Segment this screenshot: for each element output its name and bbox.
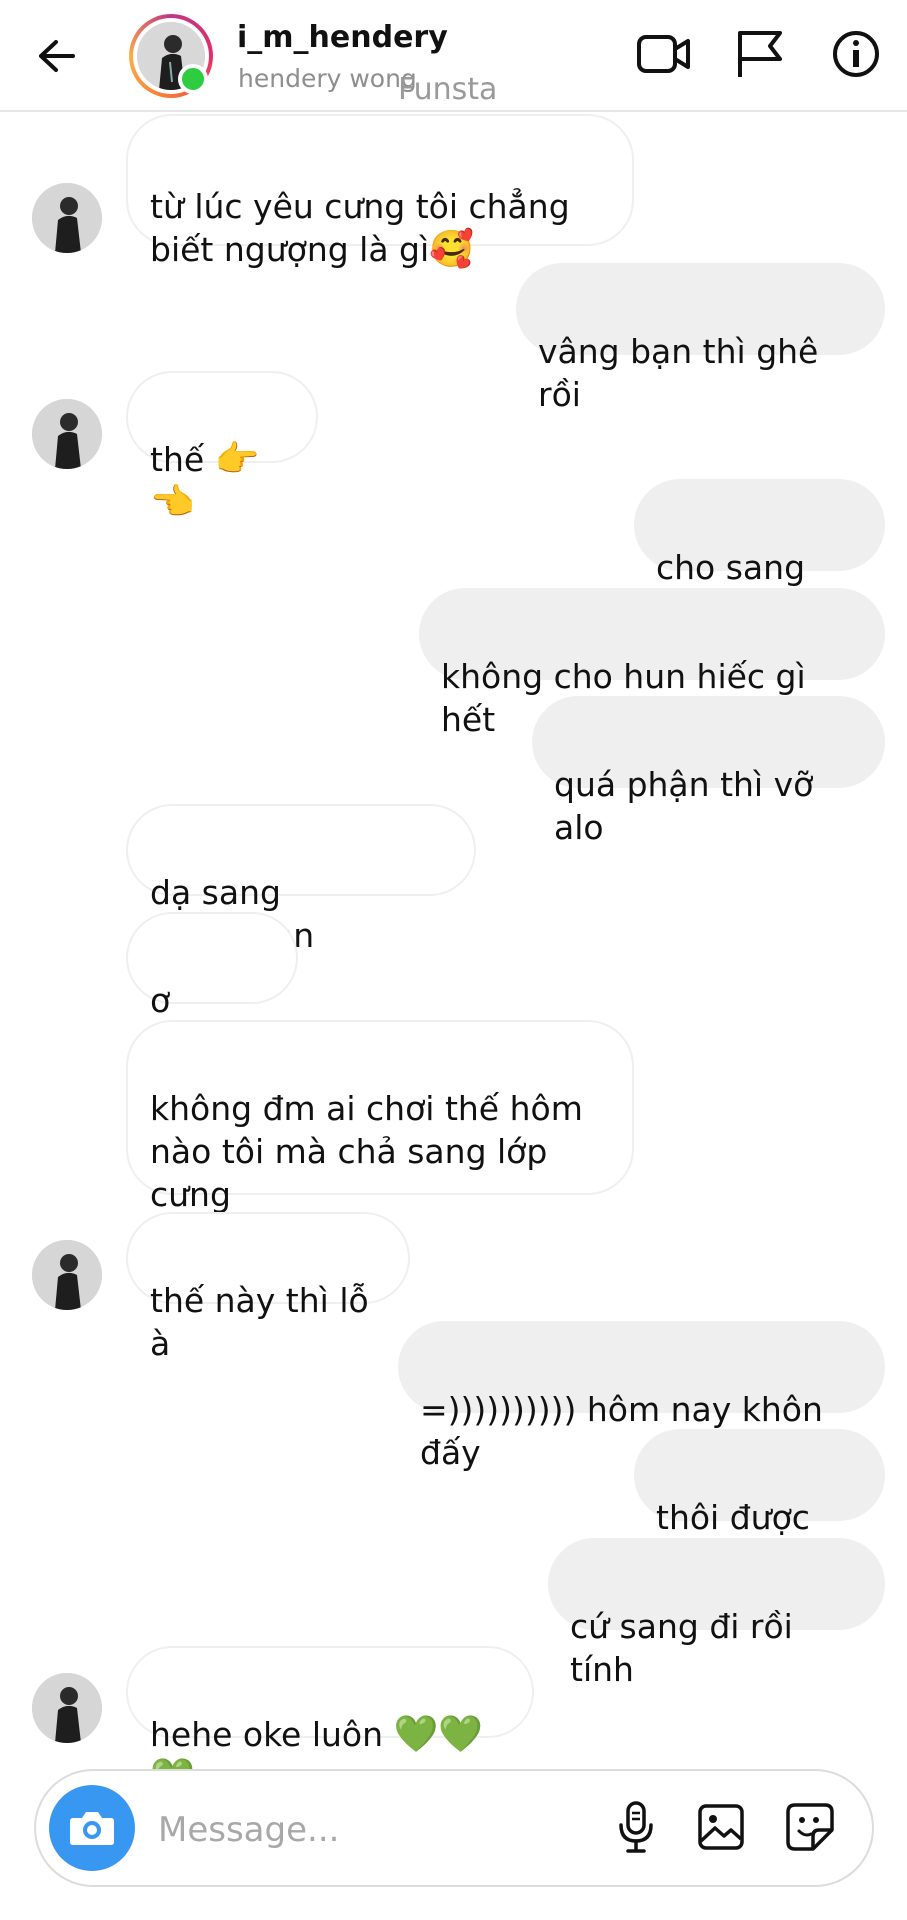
message-bubble[interactable]: hehe oke luôn 💚💚💚 — [126, 1646, 534, 1798]
message-bubble[interactable]: quá phận thì vỡ alo — [532, 696, 885, 847]
message-composer — [34, 1769, 874, 1887]
message-text: quá phận thì vỡ alo — [554, 765, 814, 847]
video-call-icon — [637, 35, 690, 73]
message-text: thế này thì lỗ à — [150, 1281, 369, 1363]
avatar[interactable] — [32, 183, 102, 253]
message-bubble[interactable]: thế 👉👈 — [126, 371, 318, 523]
sticker-icon — [786, 1803, 834, 1851]
message-text: hehe oke luôn — [150, 1715, 384, 1754]
message-bubble[interactable]: không đm ai chơi thế hôm nào tôi mà chả … — [126, 1020, 634, 1214]
message-bubble[interactable]: cứ sang đi rồi tính — [548, 1538, 885, 1689]
avatar[interactable] — [32, 1673, 102, 1743]
gallery-icon — [698, 1804, 744, 1850]
info-icon — [833, 31, 879, 77]
gallery-button[interactable] — [691, 1797, 751, 1857]
back-button[interactable] — [30, 30, 82, 82]
avatar[interactable] — [32, 1240, 102, 1310]
flag-icon — [738, 31, 782, 77]
message-bubble[interactable]: thế này thì lỗ à — [126, 1212, 410, 1363]
microphone-icon — [619, 1801, 653, 1853]
message-text: thế — [150, 440, 205, 479]
message-bubble[interactable]: không cho hun hiếc gì hết — [419, 588, 885, 739]
message-bubble[interactable]: ơ khoan — [126, 912, 298, 1063]
video-call-button[interactable] — [634, 24, 694, 84]
username[interactable]: i_m_hendery — [237, 20, 448, 55]
voice-message-button[interactable] — [606, 1797, 666, 1857]
message-bubble[interactable]: cho sang lớp — [634, 479, 885, 630]
camera-button[interactable] — [49, 1785, 135, 1871]
arrow-left-icon — [39, 40, 75, 72]
watermark: Funsta — [398, 72, 498, 107]
message-input[interactable] — [156, 1799, 480, 1861]
full-name: hendery wong — [238, 64, 417, 93]
message-text: không đm ai chơi thế hôm nào tôi mà chả … — [150, 1089, 583, 1214]
message-text: vâng bạn thì ghê rồi — [538, 332, 819, 414]
online-status-dot — [178, 64, 208, 94]
report-button[interactable] — [730, 24, 790, 84]
message-text: từ lúc yêu cưng tôi chẳng biết ngượng là… — [150, 187, 570, 269]
avatar[interactable] — [32, 399, 102, 469]
message-bubble[interactable]: thôi được rồi — [634, 1429, 885, 1580]
message-text: cứ sang đi rồi tính — [570, 1607, 793, 1689]
emoji-smiling-hearts: 🥰 — [429, 229, 474, 270]
message-bubble[interactable]: =)))))))))) hôm nay khôn đấy — [398, 1321, 885, 1472]
message-bubble[interactable]: vâng bạn thì ghê rồi — [516, 263, 885, 414]
message-bubble[interactable]: dạ sang liềnnnnnn — [126, 804, 476, 955]
camera-icon — [70, 1812, 114, 1845]
sticker-button[interactable] — [780, 1797, 840, 1857]
info-button[interactable] — [826, 24, 886, 84]
message-bubble[interactable]: từ lúc yêu cưng tôi chẳng biết ngượng là… — [126, 114, 634, 270]
